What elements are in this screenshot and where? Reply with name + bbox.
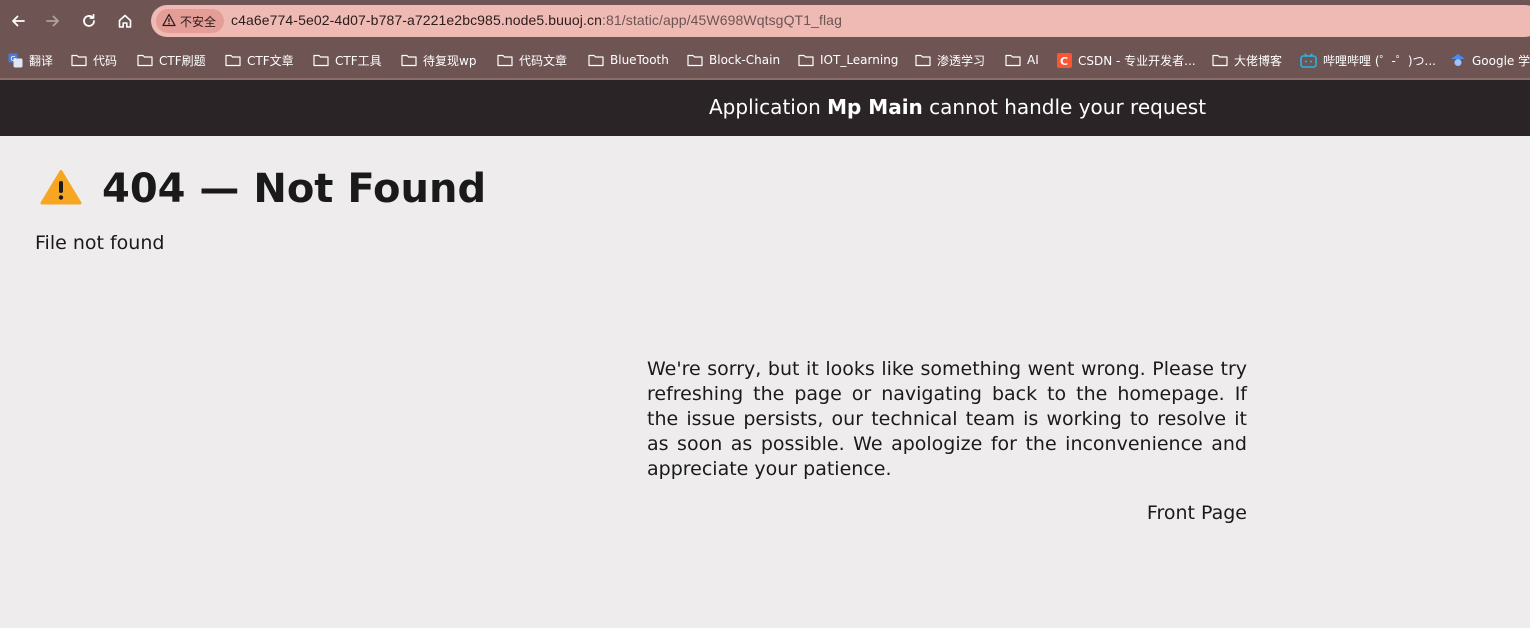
- bookmark-folder-bluetooth[interactable]: BlueTooth: [588, 50, 669, 70]
- google-scholar-icon: [1450, 53, 1466, 67]
- folder-icon: [497, 53, 513, 67]
- bookmark-label: CSDN - 专业开发者...: [1078, 53, 1196, 68]
- bookmark-folder-blogs[interactable]: 大佬博客: [1212, 50, 1282, 70]
- header-prefix: Application: [709, 95, 828, 119]
- translate-icon: G: [8, 53, 23, 68]
- front-page-link[interactable]: Front Page: [1080, 502, 1247, 524]
- bookmark-translate[interactable]: G 翻译: [8, 50, 53, 70]
- bookmark-label: AI: [1027, 53, 1039, 67]
- bookmark-google-scholar[interactable]: Google 学: [1450, 50, 1530, 70]
- page-title: 404 — Not Found: [102, 166, 487, 212]
- reload-button[interactable]: [74, 6, 104, 36]
- bookmark-label: 渗透学习: [937, 53, 986, 68]
- warning-triangle-icon: [162, 13, 176, 30]
- folder-icon: [1005, 53, 1021, 67]
- folder-icon: [798, 53, 814, 67]
- error-title: 404 — Not Found: [40, 166, 486, 212]
- bookmark-folder-block-chain[interactable]: Block-Chain: [687, 50, 780, 70]
- app-error-header-text: Application Mp Main cannot handle your r…: [709, 95, 1206, 119]
- bookmark-label: CTF工具: [335, 53, 382, 68]
- bookmark-label: Google 学: [1472, 53, 1530, 68]
- bookmark-label: 翻译: [29, 53, 54, 68]
- reload-icon: [81, 13, 97, 29]
- csdn-icon: C: [1057, 52, 1072, 68]
- svg-text:G: G: [11, 55, 16, 63]
- bookmark-label: IOT_Learning: [820, 53, 899, 67]
- bookmark-folder-pentest[interactable]: 渗透学习: [915, 50, 985, 70]
- folder-icon: [225, 53, 241, 67]
- bookmark-folder-ctf-tools[interactable]: CTF工具: [313, 50, 382, 70]
- header-app-name: Mp Main: [827, 95, 923, 119]
- warning-icon: [40, 169, 82, 209]
- browser-toolbar: 不安全 c4a6e774-5e02-4d07-b787-a7221e2bc985…: [0, 0, 1530, 42]
- back-button[interactable]: [3, 6, 33, 36]
- folder-icon: [588, 53, 604, 67]
- bookmark-folder-code[interactable]: 代码: [71, 50, 117, 70]
- folder-icon: [687, 53, 703, 67]
- arrow-left-icon: [10, 13, 26, 29]
- folder-icon: [71, 53, 87, 67]
- arrow-right-icon: [45, 13, 61, 29]
- header-suffix: cannot handle your request: [922, 95, 1207, 119]
- folder-icon: [401, 53, 417, 67]
- bookmark-label: 代码: [93, 53, 118, 68]
- bookmark-folder-ctf-articles[interactable]: CTF文章: [225, 50, 294, 70]
- url-host: c4a6e774-5e02-4d07-b787-a7221e2bc985.nod…: [231, 12, 602, 28]
- bookmark-label: CTF文章: [247, 53, 294, 68]
- svg-text:C: C: [1060, 55, 1068, 68]
- bookmark-folder-iot[interactable]: IOT_Learning: [798, 50, 898, 70]
- app-error-header: Application Mp Main cannot handle your r…: [0, 80, 1530, 136]
- bookmark-label: 待复现wp: [423, 53, 477, 68]
- bookmark-folder-ai[interactable]: AI: [1005, 50, 1039, 70]
- bilibili-icon: [1300, 52, 1317, 68]
- bookmark-folder-code-articles[interactable]: 代码文章: [497, 50, 567, 70]
- security-indicator[interactable]: 不安全: [156, 9, 225, 33]
- error-message: We're sorry, but it looks like something…: [647, 358, 1247, 480]
- bookmark-label: CTF刷题: [159, 53, 206, 68]
- bookmark-label: BlueTooth: [610, 53, 669, 67]
- folder-icon: [137, 53, 153, 67]
- browser-chrome: 不安全 c4a6e774-5e02-4d07-b787-a7221e2bc985…: [0, 0, 1530, 80]
- bookmark-folder-ctf-practice[interactable]: CTF刷题: [137, 50, 206, 70]
- address-bar[interactable]: 不安全 c4a6e774-5e02-4d07-b787-a7221e2bc985…: [151, 5, 1530, 37]
- error-subtitle: File not found: [35, 232, 165, 254]
- bookmark-label: 大佬博客: [1234, 53, 1283, 68]
- security-label: 不安全: [180, 14, 217, 29]
- home-icon: [117, 13, 133, 29]
- bookmarks-bar: G 翻译 代码 CTF刷题 CTF文章 CTF工具 待复现wp 代码文章 Blu…: [0, 42, 1530, 78]
- bookmark-label: 代码文章: [519, 53, 568, 68]
- bookmark-folder-wp[interactable]: 待复现wp: [401, 50, 476, 70]
- folder-icon: [1212, 53, 1228, 67]
- folder-icon: [915, 53, 931, 67]
- url-path: :81/static/app/45W698WqtsgQT1_flag: [601, 12, 842, 28]
- bookmark-bilibili[interactable]: 哔哩哔哩 (゜-゜)つ...: [1300, 50, 1436, 70]
- url-text[interactable]: c4a6e774-5e02-4d07-b787-a7221e2bc985.nod…: [231, 12, 842, 28]
- folder-icon: [313, 53, 329, 67]
- bookmark-label: Block-Chain: [709, 53, 781, 67]
- home-button[interactable]: [110, 6, 140, 36]
- forward-button[interactable]: [38, 6, 68, 36]
- bookmark-label: 哔哩哔哩 (゜-゜)つ...: [1323, 53, 1436, 68]
- bookmark-csdn[interactable]: C CSDN - 专业开发者...: [1057, 50, 1196, 70]
